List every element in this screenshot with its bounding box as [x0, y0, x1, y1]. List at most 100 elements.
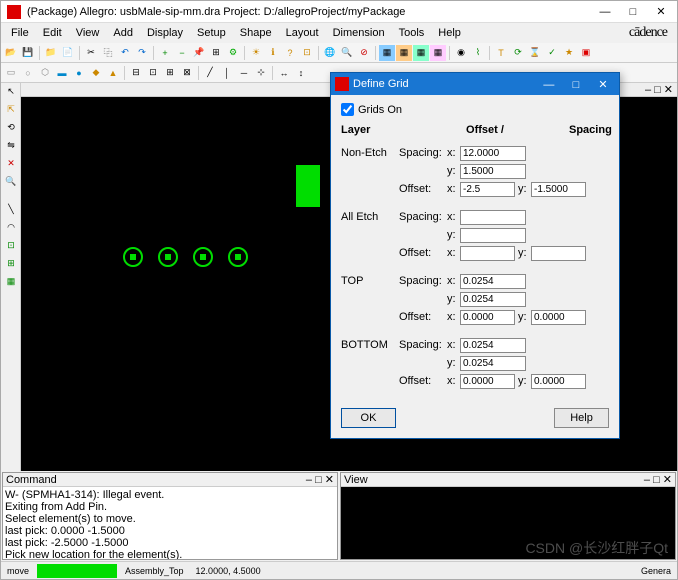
line2-icon[interactable]: │ — [219, 65, 235, 81]
dialog-titlebar[interactable]: Define Grid — □ ✕ — [331, 73, 619, 95]
maximize-button[interactable]: □ — [623, 6, 643, 18]
text-icon[interactable]: T — [493, 45, 509, 61]
zoom-out-icon[interactable]: − — [174, 45, 190, 61]
trace-icon[interactable]: ⌇ — [470, 45, 486, 61]
close-button[interactable]: ✕ — [651, 5, 671, 18]
star-icon[interactable]: ★ — [561, 45, 577, 61]
select-icon[interactable]: ↖ — [3, 85, 19, 101]
redo-icon[interactable]: ↷ — [134, 45, 150, 61]
line4-icon[interactable]: ⊹ — [253, 65, 269, 81]
menu-setup[interactable]: Setup — [191, 25, 232, 41]
all-etch-spacing-x[interactable] — [460, 210, 526, 225]
fill-rect-icon[interactable]: ▬ — [54, 65, 70, 81]
menu-dimension[interactable]: Dimension — [327, 25, 391, 41]
shape6-icon[interactable]: ⊠ — [179, 65, 195, 81]
zoom-icon[interactable]: 🔍 — [3, 175, 19, 191]
dialog-min-button[interactable]: — — [537, 77, 561, 93]
drc-icon[interactable]: ⊘ — [356, 45, 372, 61]
bottom-offset-x[interactable] — [460, 374, 515, 389]
menu-file[interactable]: File — [5, 25, 35, 41]
hourglass-icon[interactable]: ⌛ — [527, 45, 543, 61]
line3-icon[interactable]: ─ — [236, 65, 252, 81]
dialog-close-button[interactable]: ✕ — [591, 76, 615, 93]
all-etch-offset-y[interactable] — [531, 246, 586, 261]
poly-icon[interactable]: ⬡ — [37, 65, 53, 81]
layer1-icon[interactable]: ▦ — [379, 45, 395, 61]
via-icon[interactable]: ◉ — [453, 45, 469, 61]
shape5-icon[interactable]: ⊞ — [162, 65, 178, 81]
status-color-swatch[interactable] — [37, 564, 117, 578]
menu-display[interactable]: Display — [141, 25, 189, 41]
shape4-icon[interactable]: ⊡ — [145, 65, 161, 81]
info-icon[interactable]: ℹ — [265, 45, 281, 61]
layer3-icon[interactable]: ▦ — [413, 45, 429, 61]
copy-icon[interactable]: ⿻ — [100, 45, 116, 61]
non-etch-spacing-y[interactable] — [460, 164, 526, 179]
panel-max2-icon[interactable]: □ — [315, 474, 322, 486]
menu-edit[interactable]: Edit — [37, 25, 68, 41]
rect-icon[interactable]: ▭ — [3, 65, 19, 81]
search-icon[interactable]: 🔍 — [339, 45, 355, 61]
fill-circle-icon[interactable]: ● — [71, 65, 87, 81]
sel1-icon[interactable]: ⊡ — [3, 239, 19, 255]
zoom-in-icon[interactable]: + — [157, 45, 173, 61]
refresh-icon[interactable]: ⟳ — [510, 45, 526, 61]
non-etch-offset-x[interactable] — [460, 182, 515, 197]
grids-on-checkbox[interactable] — [341, 103, 354, 116]
dim2-icon[interactable]: ↕ — [293, 65, 309, 81]
panel-max3-icon[interactable]: □ — [653, 474, 660, 486]
all-etch-offset-x[interactable] — [460, 246, 515, 261]
top-offset-x[interactable] — [460, 310, 515, 325]
layer4-icon[interactable]: ▦ — [430, 45, 446, 61]
menu-shape[interactable]: Shape — [234, 25, 278, 41]
check-icon[interactable]: ✓ — [544, 45, 560, 61]
shape1-icon[interactable]: ◆ — [88, 65, 104, 81]
shape3-icon[interactable]: ⊟ — [128, 65, 144, 81]
all-etch-spacing-y[interactable] — [460, 228, 526, 243]
app-icon-tb[interactable]: ▣ — [578, 45, 594, 61]
bottom-offset-y[interactable] — [531, 374, 586, 389]
panel-max-icon[interactable]: □ — [654, 84, 661, 96]
open-icon[interactable]: 📂 — [3, 45, 19, 61]
sel2-icon[interactable]: ⊞ — [3, 257, 19, 273]
help-button[interactable]: Help — [554, 408, 609, 428]
report-icon[interactable]: ⊡ — [299, 45, 315, 61]
menu-tools[interactable]: Tools — [393, 25, 431, 41]
panel-close3-icon[interactable]: ✕ — [663, 474, 672, 486]
sun-icon[interactable]: ☀ — [248, 45, 264, 61]
menu-add[interactable]: Add — [107, 25, 139, 41]
delete-icon[interactable]: ✕ — [3, 157, 19, 173]
save-icon[interactable]: 💾 — [20, 45, 36, 61]
help-icon[interactable]: ? — [282, 45, 298, 61]
sel3-icon[interactable]: ▦ — [3, 275, 19, 291]
command-log[interactable]: W- (SPMHA1-314): Illegal event. Exiting … — [3, 487, 337, 559]
menu-layout[interactable]: Layout — [280, 25, 325, 41]
top-offset-y[interactable] — [531, 310, 586, 325]
bottom-spacing-y[interactable] — [460, 356, 526, 371]
doc-icon[interactable]: 📄 — [60, 45, 76, 61]
top-spacing-y[interactable] — [460, 292, 526, 307]
panel-min2-icon[interactable]: – — [306, 474, 312, 486]
layer2-icon[interactable]: ▦ — [396, 45, 412, 61]
dim1-icon[interactable]: ↔ — [276, 65, 292, 81]
cut-icon[interactable]: ✂ — [83, 45, 99, 61]
view-body[interactable] — [341, 487, 675, 559]
minimize-button[interactable]: — — [595, 6, 615, 18]
move-icon[interactable]: ⇱ — [3, 103, 19, 119]
mirror-icon[interactable]: ⇋ — [3, 139, 19, 155]
panel-close2-icon[interactable]: ✕ — [325, 474, 334, 486]
panel-min-icon[interactable]: – — [645, 84, 651, 96]
undo-icon[interactable]: ↶ — [117, 45, 133, 61]
dialog-max-button[interactable]: □ — [564, 77, 588, 93]
pin-icon[interactable]: 📌 — [191, 45, 207, 61]
globe-icon[interactable]: 🌐 — [322, 45, 338, 61]
arc-tool-icon[interactable]: ◠ — [3, 221, 19, 237]
shape2-icon[interactable]: ▲ — [105, 65, 121, 81]
status-layer[interactable]: Assembly_Top — [121, 566, 188, 576]
non-etch-spacing-x[interactable] — [460, 146, 526, 161]
bottom-spacing-x[interactable] — [460, 338, 526, 353]
menu-help[interactable]: Help — [432, 25, 467, 41]
line-tool-icon[interactable]: ╲ — [3, 203, 19, 219]
panel-close-icon[interactable]: ✕ — [664, 83, 673, 96]
rotate-icon[interactable]: ⟲ — [3, 121, 19, 137]
